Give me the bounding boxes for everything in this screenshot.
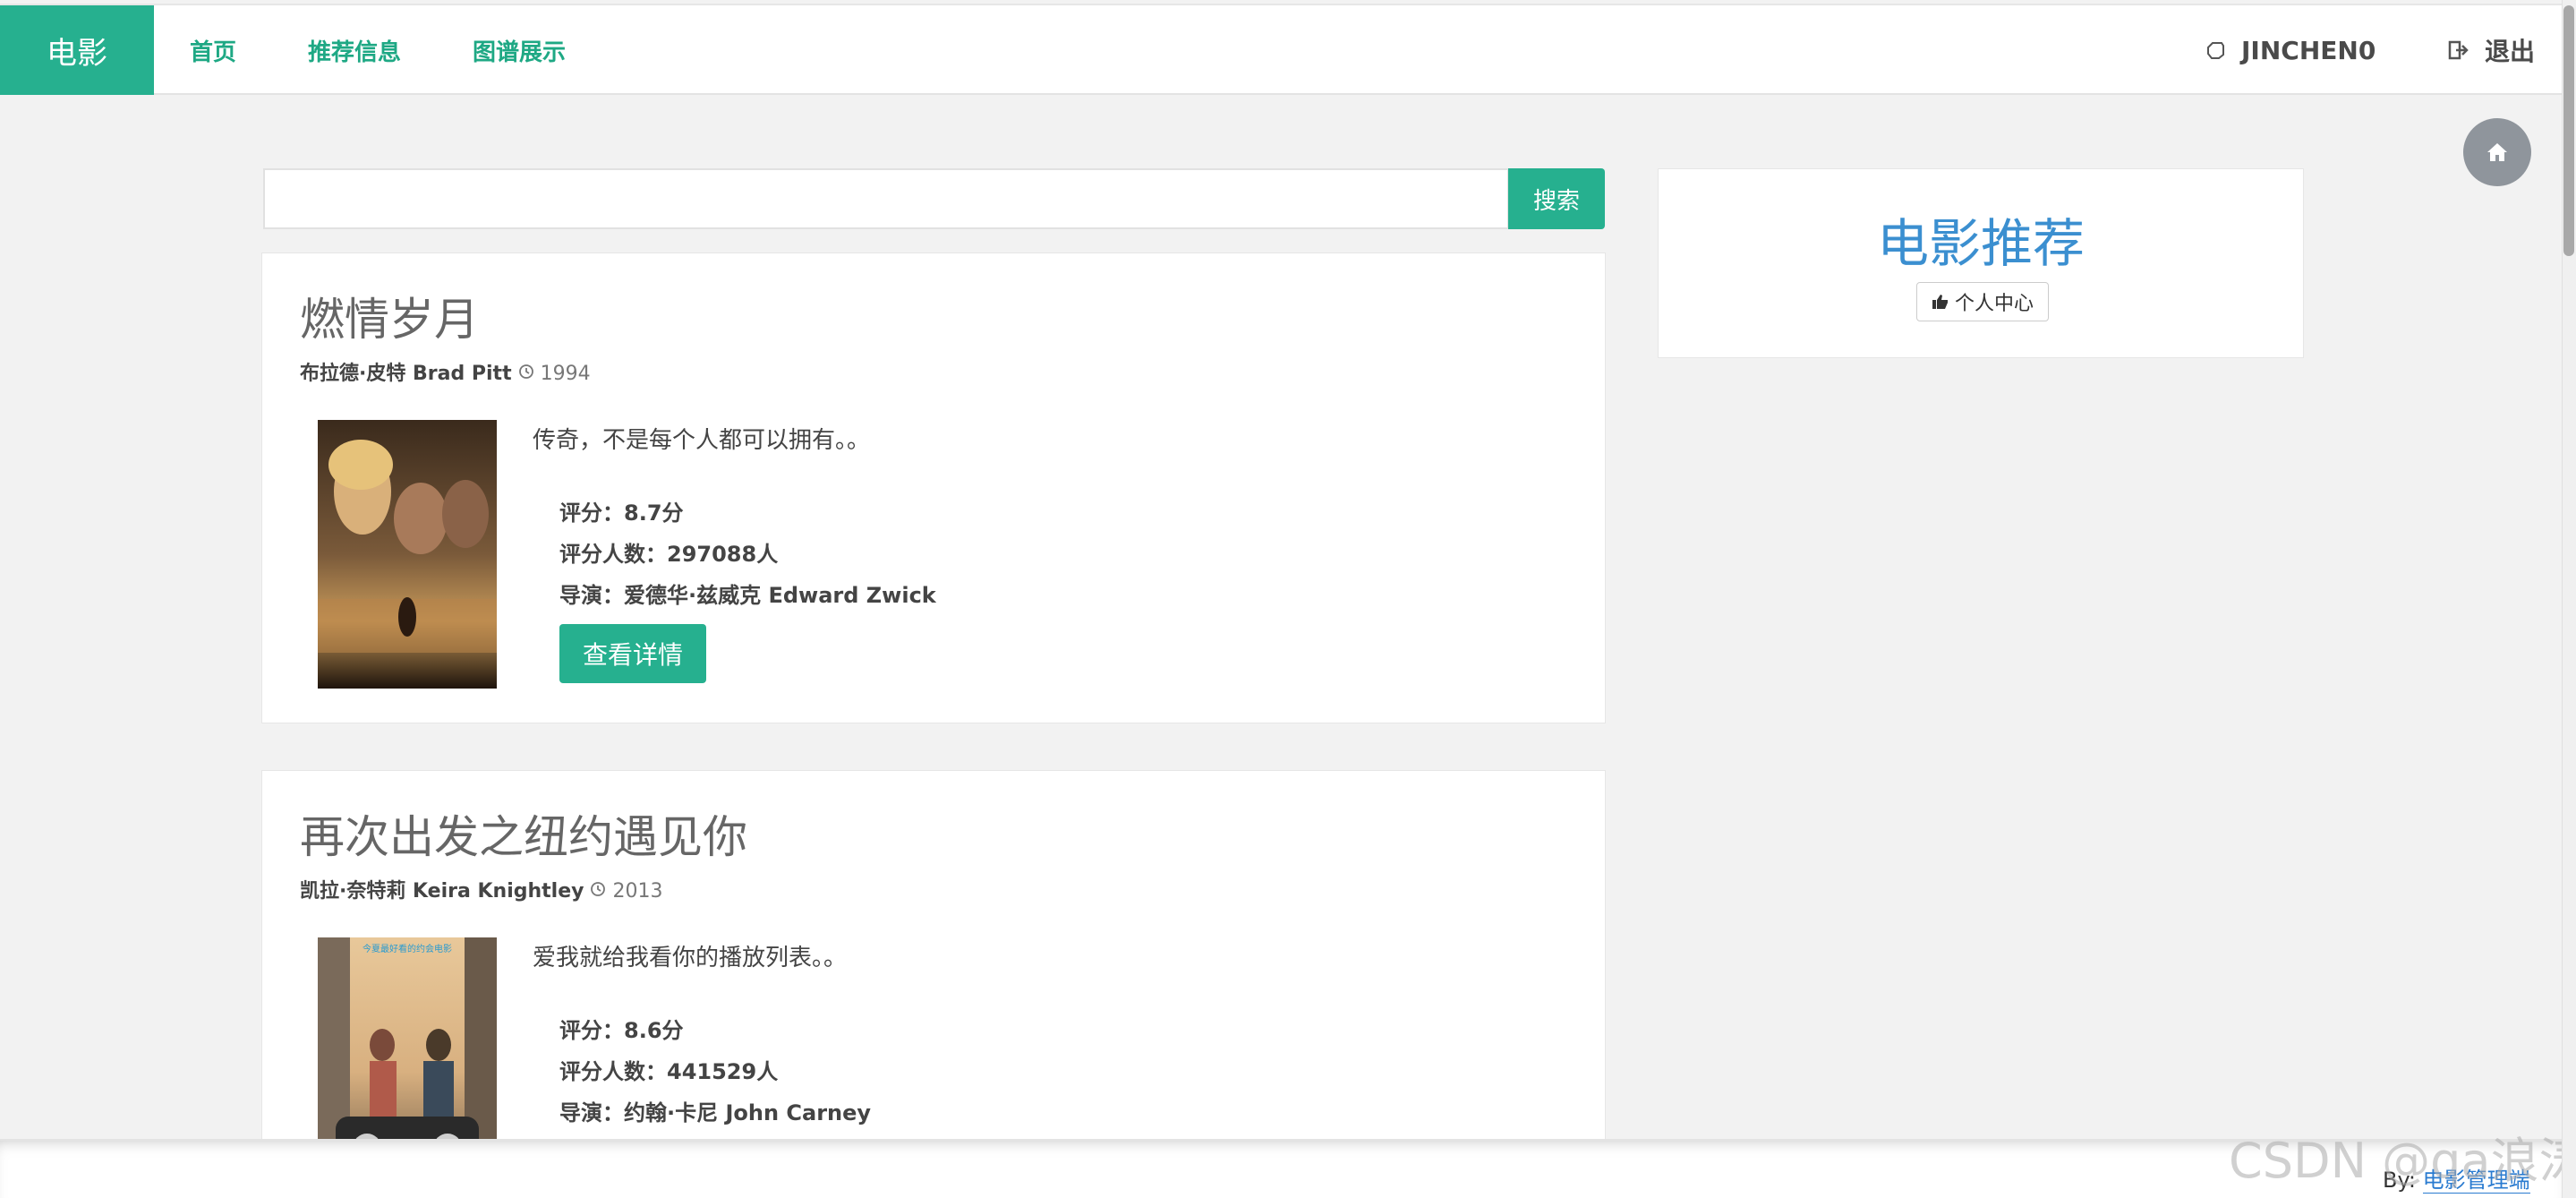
- movie-tagline: 爱我就给我看你的播放列表。。: [533, 945, 848, 971]
- footer: By: 电影管理端: [0, 1139, 2562, 1198]
- top-navbar: 电影 首页 推荐信息 图谱展示 JINCHEN0 退出: [0, 4, 2562, 95]
- movie-actor: 布拉德·皮特 Brad Pitt: [300, 363, 512, 385]
- movie-votes: 评分人数：297088人: [559, 542, 779, 567]
- sign-out-icon: [2447, 39, 2470, 62]
- movie-title[interactable]: 再次出发之纽约遇见你: [300, 801, 747, 866]
- movie-year: 2013: [612, 880, 663, 903]
- personal-center-button[interactable]: 个人中心: [1916, 282, 2049, 321]
- watermark: CSDN @qa浪涛: [2229, 1133, 2576, 1189]
- recommend-panel: 电影推荐 个人中心: [1658, 168, 2304, 358]
- nav-graph-display[interactable]: 图谱展示: [473, 5, 566, 95]
- thumbs-up-icon: [1932, 295, 1948, 309]
- home-float-button[interactable]: [2463, 118, 2531, 186]
- scrollbar-thumb[interactable]: [2563, 5, 2574, 256]
- username-label: JINCHEN0: [2241, 35, 2376, 65]
- brand-logo[interactable]: 电影: [0, 5, 154, 95]
- nav-home[interactable]: 首页: [190, 5, 236, 95]
- movie-rating: 评分：8.7分: [559, 501, 684, 526]
- user-menu[interactable]: JINCHEN0: [2204, 5, 2376, 95]
- clock-icon: [590, 880, 612, 903]
- movie-tagline: 传奇，不是每个人都可以拥有。。: [533, 427, 871, 454]
- logout-button[interactable]: 退出: [2447, 5, 2535, 95]
- movie-director: 导演：约翰·卡尼 John Carney: [559, 1100, 872, 1125]
- movie-card: 燃情岁月 布拉德·皮特 Brad Pitt 1994 传奇，不是每个人都可以拥有…: [261, 252, 1606, 723]
- search-input[interactable]: [263, 168, 1509, 229]
- movie-meta: 布拉德·皮特 Brad Pitt 1994: [300, 357, 591, 386]
- movie-votes: 评分人数：441529人: [559, 1059, 779, 1084]
- svg-text:今夏最好看的约会电影: 今夏最好看的约会电影: [363, 943, 452, 954]
- clock-icon: [518, 363, 541, 385]
- movie-actor: 凯拉·奈特莉 Keira Knightley: [300, 880, 584, 903]
- movie-rating: 评分：8.6分: [559, 1018, 684, 1043]
- movie-card: 再次出发之纽约遇见你 凯拉·奈特莉 Keira Knightley 2013 今…: [261, 770, 1606, 1198]
- scrollbar[interactable]: [2562, 0, 2576, 1198]
- home-icon: [2487, 143, 2507, 161]
- search-button[interactable]: 搜索: [1508, 168, 1605, 229]
- movie-director: 导演：爱德华·兹威克 Edward Zwick: [559, 583, 936, 608]
- personal-center-label: 个人中心: [1954, 293, 2034, 315]
- movie-meta: 凯拉·奈特莉 Keira Knightley 2013: [300, 875, 662, 903]
- movie-title[interactable]: 燃情岁月: [300, 284, 479, 348]
- logout-label: 退出: [2485, 37, 2536, 66]
- nav-recommend-info[interactable]: 推荐信息: [308, 5, 401, 95]
- movie-year: 1994: [540, 363, 591, 385]
- recommend-title: 电影推荐: [1876, 213, 2085, 274]
- view-details-button[interactable]: 查看详情: [559, 624, 706, 683]
- hand-icon: [2204, 39, 2227, 62]
- movie-poster[interactable]: [318, 420, 497, 689]
